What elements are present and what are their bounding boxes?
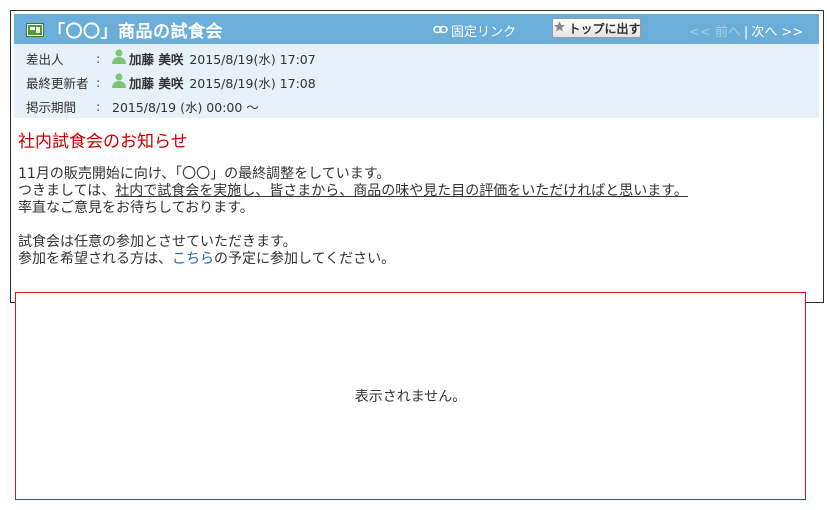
link-icon [433, 23, 448, 38]
body-line: つきましては、社内で試食会を実施し、皆さまから、商品の味や見た目の評価をいただけ… [18, 183, 808, 200]
pager: << 前へ | 次へ >> [689, 21, 803, 40]
message-body: 社内試食会のお知らせ 11月の販売開始に向け、「〇〇」の最終調整をしています。 … [18, 129, 808, 268]
updater-datetime: 2015/8/19(水) 17:08 [189, 75, 316, 91]
body-line: 参加を希望される方は、こちらの予定に参加してください。 [18, 251, 808, 268]
underlined-text: 社内で試食会を実施し、皆さまから、商品の味や見た目の評価をいただければと思います… [115, 183, 688, 199]
body-heading: 社内試食会のお知らせ [18, 132, 188, 152]
period-row: 掲示期間 : 2015/8/19 (水) 00:00 ～ [26, 96, 259, 116]
sender-name[interactable]: 加藤 美咲 [129, 49, 183, 68]
star-icon [553, 20, 566, 36]
sender-label: 差出人 [26, 51, 64, 67]
schedule-link[interactable]: こちら [172, 251, 214, 267]
meta-colon: : [96, 74, 101, 90]
permalink-link[interactable]: 固定リンク [433, 21, 516, 40]
body-line: 率直なご意見をお待ちしております。 [18, 200, 254, 216]
pin-to-top-label: トップに出す [568, 21, 641, 36]
page-title: 「〇〇」商品の試食会 [48, 21, 223, 42]
meta-panel: 差出人 : 加藤 美咲 2015/8/19(水) 17:07 最終更新者 : 加… [14, 44, 819, 118]
body-text: の予定に参加してください。 [214, 251, 396, 267]
period-value: 2015/8/19 (水) 00:00 ～ [112, 99, 259, 115]
sender-datetime: 2015/8/19(水) 17:07 [189, 51, 316, 67]
body-text: つきましては、 [18, 183, 116, 199]
not-displayed-message: 表示されません。 [354, 389, 467, 405]
pin-to-top-button[interactable]: トップに出す [552, 18, 641, 38]
updater-row: 最終更新者 : 加藤 美咲 2015/8/19(水) 17:08 [26, 72, 316, 92]
prev-link: << 前へ [689, 25, 741, 40]
body-line: 試食会は任意の参加とさせていただきます。 [18, 234, 297, 250]
meta-colon: : [96, 98, 101, 114]
body-text: 参加を希望される方は、 [18, 251, 172, 267]
meta-colon: : [96, 50, 101, 66]
hidden-content-box: 表示されません。 [15, 292, 806, 500]
period-label: 掲示期間 [26, 99, 77, 115]
title-bar: 「〇〇」商品の試食会 固定リンク トップに出す << 前へ | 次へ >> [14, 14, 819, 44]
updater-label: 最終更新者 [26, 75, 89, 91]
user-icon [112, 73, 126, 91]
bulletin-panel: 「〇〇」商品の試食会 固定リンク トップに出す << 前へ | 次へ >> 差出… [10, 10, 824, 303]
notice-board-icon [26, 22, 44, 37]
next-link[interactable]: 次へ >> [751, 25, 803, 40]
user-icon [112, 49, 126, 67]
pager-separator: | [743, 25, 749, 40]
body-line: 11月の販売開始に向け、「〇〇」の最終調整をしています。 [18, 166, 391, 182]
updater-name[interactable]: 加藤 美咲 [129, 73, 183, 92]
permalink-label: 固定リンク [451, 25, 517, 40]
sender-row: 差出人 : 加藤 美咲 2015/8/19(水) 17:07 [26, 48, 316, 68]
